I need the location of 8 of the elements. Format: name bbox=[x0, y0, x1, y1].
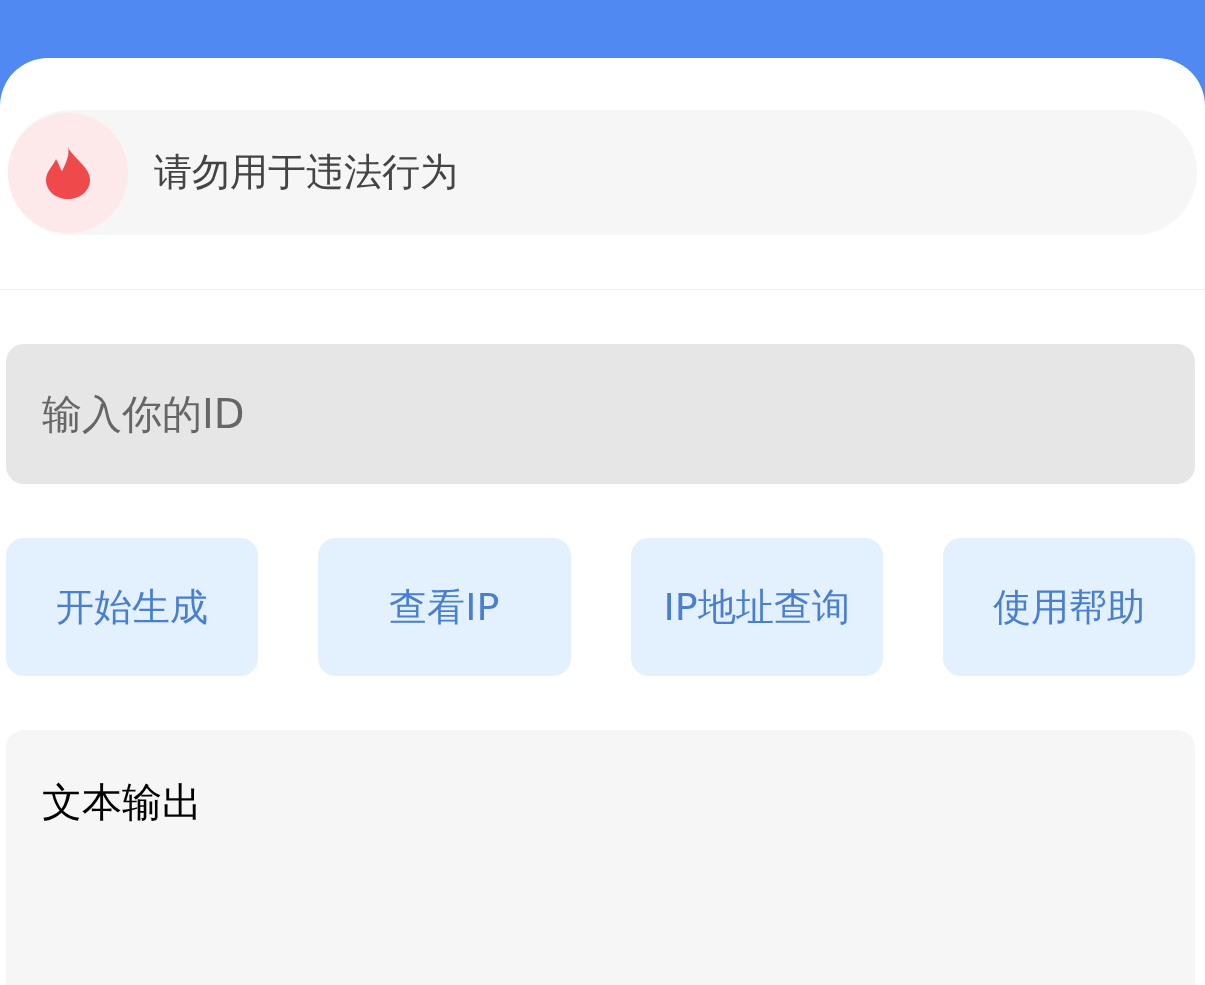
action-button[interactable]: IP地址查询 bbox=[630, 538, 883, 676]
action-button[interactable]: 开始生成 bbox=[6, 538, 259, 676]
action-button[interactable]: 查看IP bbox=[318, 538, 571, 676]
action-button[interactable]: 使用帮助 bbox=[942, 538, 1195, 676]
notice-text: 请勿用于违法行为 bbox=[154, 149, 458, 196]
output-title: 文本输出 bbox=[42, 779, 202, 825]
id-input-field[interactable]: 输入你的ID bbox=[6, 344, 1195, 484]
flame-icon bbox=[46, 146, 90, 199]
